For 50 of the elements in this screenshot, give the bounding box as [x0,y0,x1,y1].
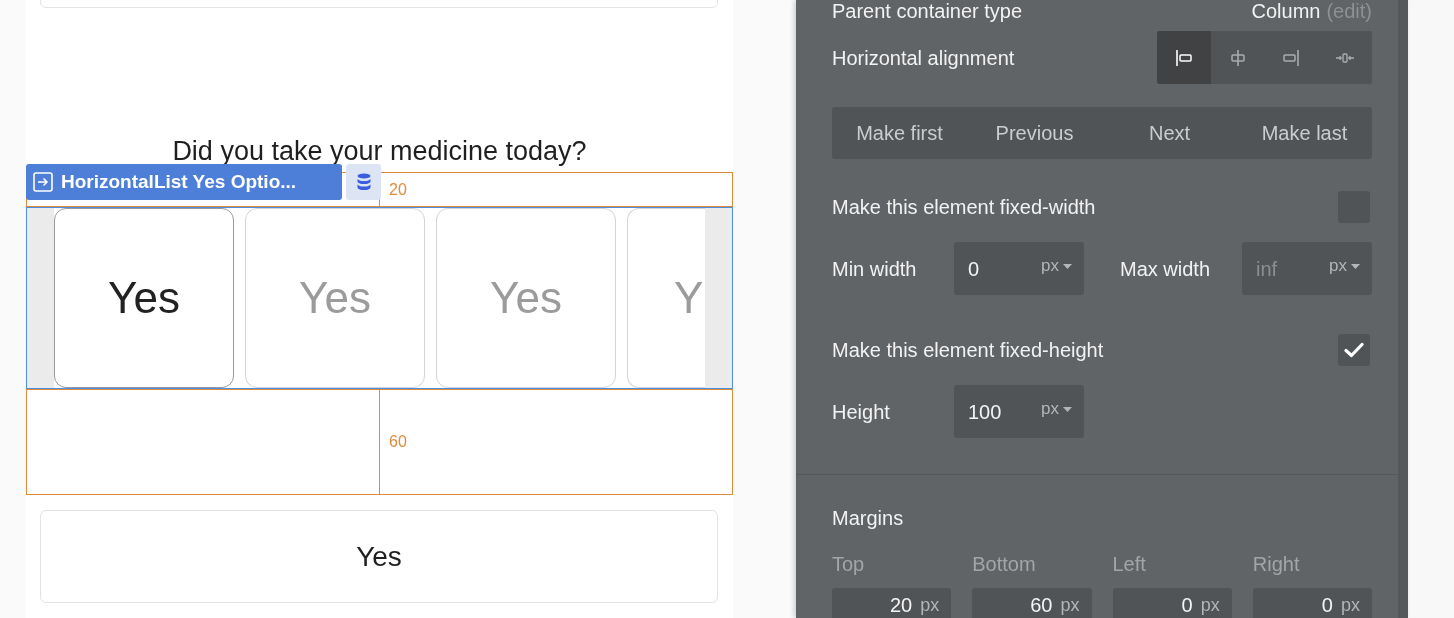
margin-value: 20 [388,179,407,200]
order-button[interactable]: Make first [832,107,967,159]
option-card[interactable]: Yes [245,208,425,388]
order-button[interactable]: Previous [967,107,1102,159]
check-icon [1344,342,1364,358]
caret-icon [1063,406,1072,412]
unit-dropdown[interactable]: px [1329,253,1360,279]
option-card[interactable]: Yes [436,208,616,388]
order-button[interactable]: Make last [1237,107,1372,159]
checkbox[interactable] [1338,334,1370,366]
input-field[interactable]: 60 px [972,588,1092,618]
field-label: Right [1252,552,1300,577]
caret-icon [1063,263,1072,269]
unit-label: px [1060,594,1080,616]
input-field[interactable]: inf px [1242,242,1372,295]
field-label: Height [832,399,891,425]
field-label: Min width [832,256,918,282]
field-label: Max width [1120,256,1212,282]
answer-button[interactable]: Yes [40,510,718,603]
unit-dropdown[interactable]: px [1041,253,1072,279]
option-card[interactable]: Y [627,208,705,388]
section-title: Margins [832,506,904,531]
field-label: Left [1112,552,1146,577]
unit-label: px [1341,594,1360,616]
input-field[interactable]: 20 px [832,588,952,618]
element-name-tag[interactable]: HorizontalList Yes Optio... [26,164,342,200]
unit-label: px [1200,594,1220,616]
input-field[interactable]: 0 px [1252,588,1372,618]
unit-dropdown[interactable]: px [1041,396,1072,422]
field-label: Top [832,552,865,577]
caret-icon [1351,263,1360,269]
align-right-icon [1281,47,1302,68]
parent-container-value: Column [1251,0,1321,22]
input-field[interactable]: 0 px [1112,588,1232,618]
alignment-option[interactable] [1157,31,1211,84]
field-label: Bottom [972,552,1036,577]
parent-container-label: Parent container type [832,0,1023,22]
align-left-icon [1173,47,1194,68]
checkbox-label: Make this element fixed-height [832,338,1104,363]
arrow-in-box-icon [33,172,53,192]
checkbox-label: Make this element fixed-width [832,195,1096,220]
order-button[interactable]: Next [1102,107,1237,159]
data-source-button[interactable] [346,164,381,200]
option-card[interactable]: Yes [54,208,234,388]
database-icon [356,173,371,191]
input-field[interactable]: 0 px [954,242,1084,295]
alignment-label: Horizontal alignment [832,45,1015,71]
margin-value: 60 [388,432,407,452]
unit-label: px [920,594,940,616]
input-field[interactable]: 100 px [954,385,1084,438]
